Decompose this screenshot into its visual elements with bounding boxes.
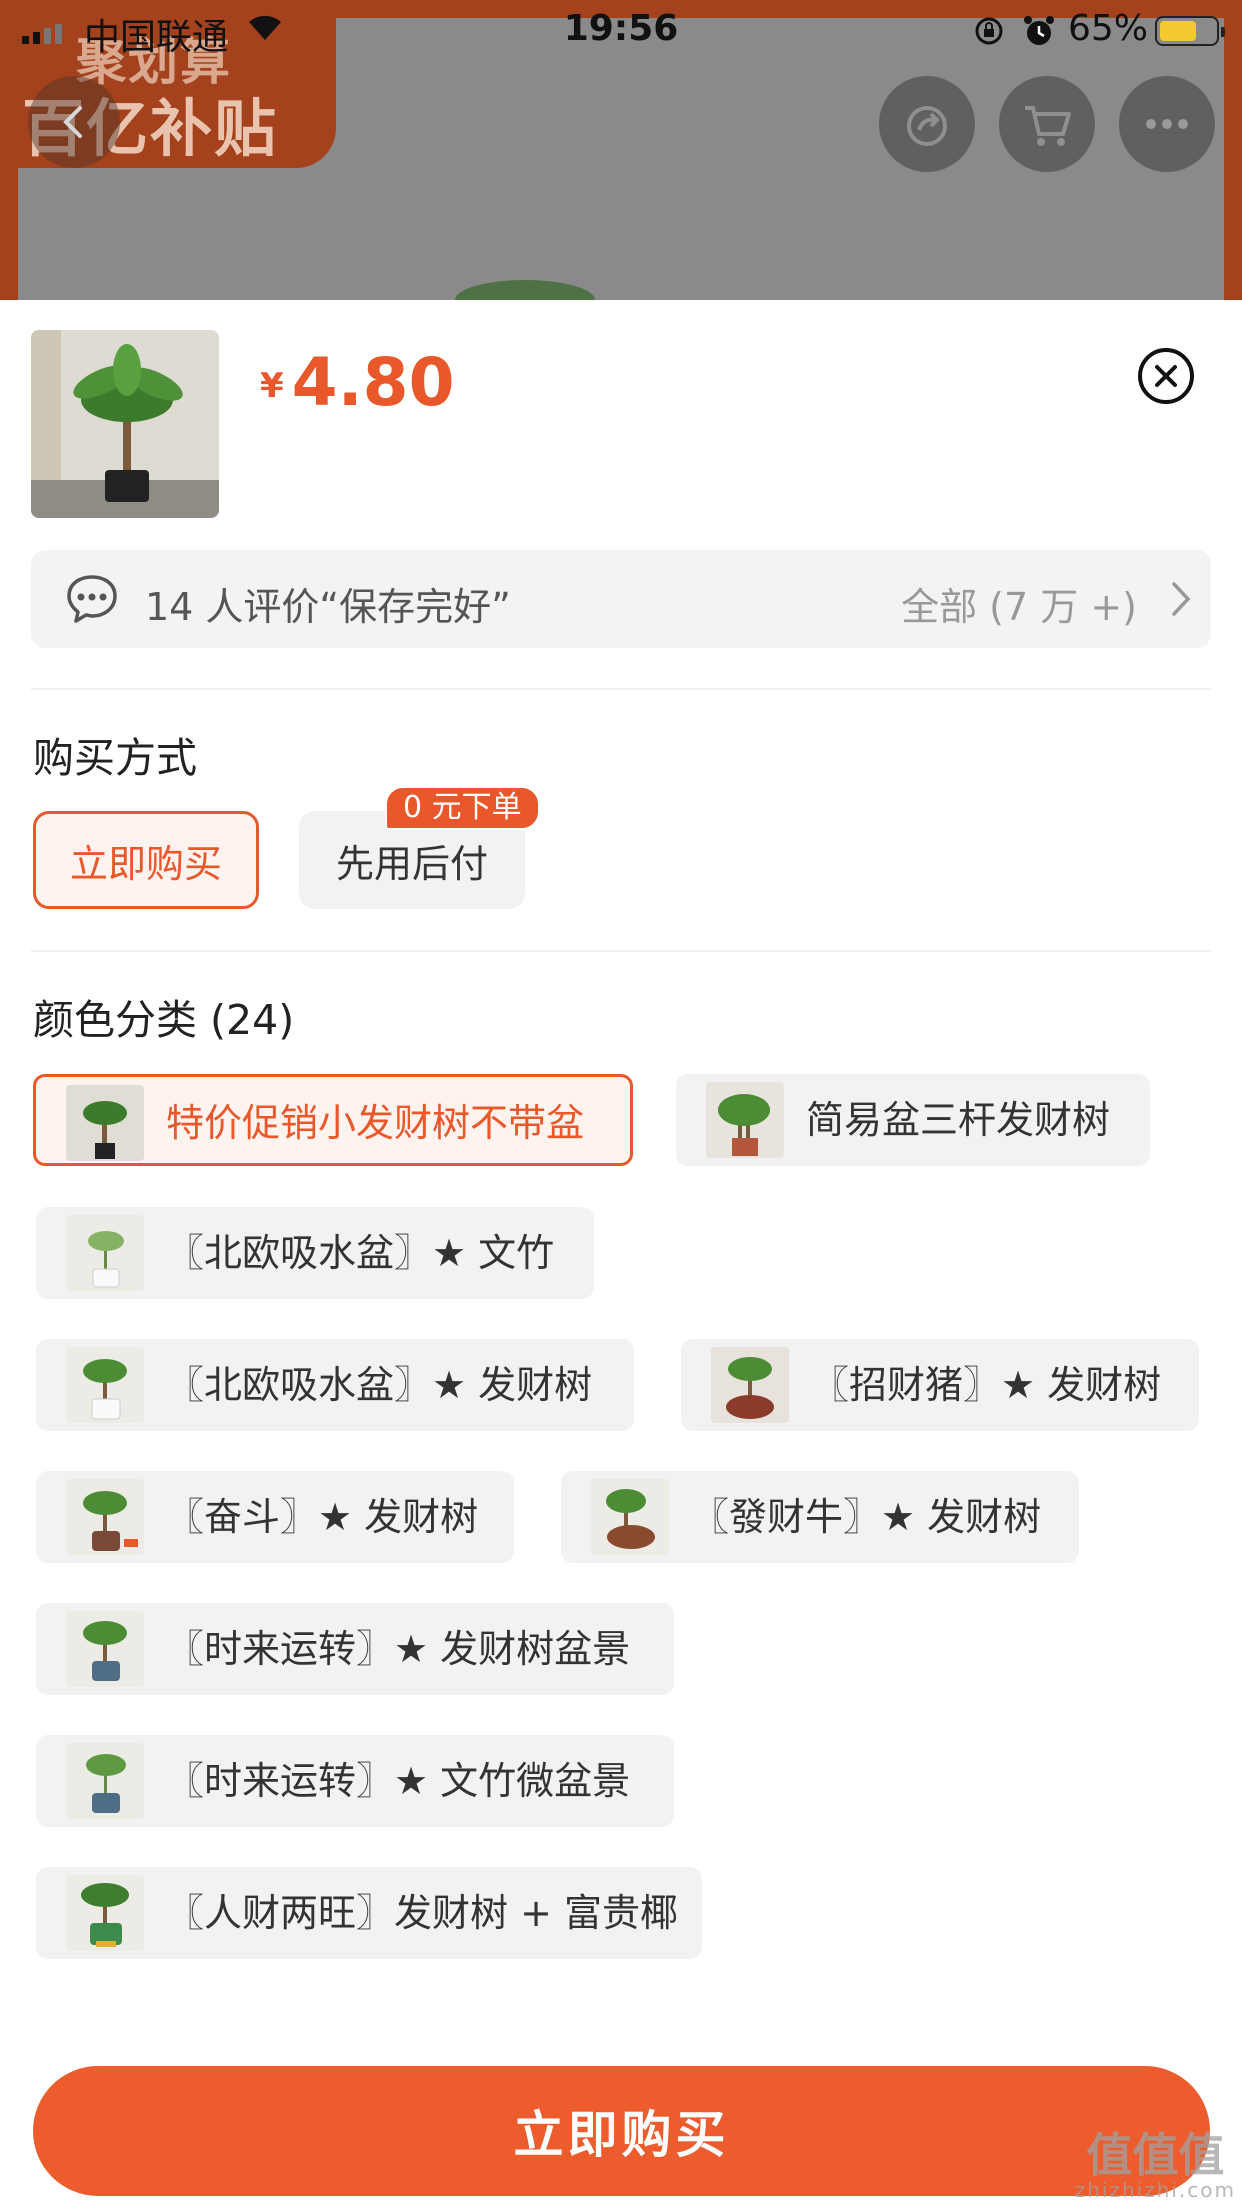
purchase-method-title: 购买方式: [33, 734, 197, 782]
option-label: 〖招财猪〗★ 发财树: [811, 1363, 1162, 1407]
option-thumbnail: [66, 1611, 144, 1687]
status-bar: 中国联通 19:56 65%: [0, 0, 1242, 62]
orientation-lock-icon: [973, 15, 1005, 51]
review-highlight: 14 人评价“保存完好”: [145, 585, 511, 629]
close-button[interactable]: [1138, 348, 1194, 404]
option-thumbnail: [711, 1347, 789, 1423]
watermark: 值值值 zhizhizhi.com: [1075, 2130, 1236, 2200]
option-thumbnail: [66, 1479, 144, 1555]
color-option[interactable]: 特价促销小发财树不带盆: [33, 1074, 633, 1166]
product-thumbnail[interactable]: [31, 330, 219, 518]
price-value: 4.80: [291, 344, 455, 421]
option-thumbnail: [66, 1215, 144, 1291]
currency-symbol: ¥: [260, 366, 284, 406]
option-thumbnail: [66, 1743, 144, 1819]
option-label: 〖北欧吸水盆〗★ 发财树: [166, 1363, 593, 1407]
price: ¥4.80: [260, 344, 455, 421]
option-thumbnail: [66, 1085, 144, 1161]
review-all-link[interactable]: 全部 (7 万 +): [901, 576, 1137, 631]
color-option[interactable]: 〖奋斗〗★ 发财树: [36, 1471, 514, 1563]
color-option[interactable]: 〖时来运转〗★ 文竹微盆景: [36, 1735, 674, 1827]
option-label: 〖奋斗〗★ 发财树: [166, 1495, 479, 1539]
option-label: 〖时来运转〗★ 文竹微盆景: [166, 1759, 631, 1803]
color-option[interactable]: 〖时来运转〗★ 发财树盆景: [36, 1603, 674, 1695]
option-label: 〖發财牛〗★ 发财树: [691, 1495, 1042, 1539]
watermark-text: 值值值: [1086, 2128, 1225, 2182]
color-option[interactable]: 〖發财牛〗★ 发财树: [561, 1471, 1079, 1563]
battery-percent: 65%: [1068, 8, 1149, 49]
color-option[interactable]: 〖北欧吸水盆〗★ 发财树: [36, 1339, 634, 1431]
cart-icon: [1025, 106, 1071, 146]
share-icon: [907, 106, 947, 146]
buy-now-button[interactable]: 立即购买: [33, 2066, 1210, 2196]
review-summary[interactable]: 14 人评价“保存完好” 全部 (7 万 +): [31, 550, 1211, 648]
close-icon: [1155, 365, 1177, 387]
option-label: 〖北欧吸水盆〗★ 文竹: [166, 1231, 555, 1275]
option-label: 特价促销小发财树不带盆: [166, 1101, 585, 1145]
option-thumbnail: [66, 1347, 144, 1423]
share-button[interactable]: [879, 76, 975, 172]
option-label: 简易盆三杆发财树: [806, 1098, 1111, 1142]
divider: [31, 950, 1211, 952]
watermark-url: zhizhizhi.com: [1074, 2178, 1236, 2202]
sku-selector-sheet: ¥4.80 14 人评价“保存完好” 全部 (7 万 +) 购买方式 立即购买 …: [0, 300, 1242, 2208]
option-thumbnail: [591, 1479, 669, 1555]
buy-now-option[interactable]: 立即购买: [33, 811, 259, 909]
chevron-right-icon: [1169, 580, 1193, 622]
more-icon: [1146, 119, 1188, 129]
option-label: 〖时来运转〗★ 发财树盆景: [166, 1627, 631, 1671]
color-option[interactable]: 〖招财猪〗★ 发财树: [681, 1339, 1199, 1431]
battery-icon: [1155, 16, 1225, 46]
color-option[interactable]: 简易盆三杆发财树: [676, 1074, 1150, 1166]
option-label: 〖人财两旺〗发财树 + 富贵椰: [166, 1891, 678, 1935]
divider: [31, 688, 1211, 690]
alarm-icon: [1022, 14, 1056, 52]
color-option[interactable]: 〖人财两旺〗发财树 + 富贵椰: [36, 1867, 702, 1959]
more-button[interactable]: [1119, 76, 1215, 172]
chevron-left-icon: [63, 106, 82, 138]
comment-icon: [65, 573, 119, 629]
pay-later-badge: 0 元下单: [385, 786, 540, 830]
option-thumbnail: [66, 1875, 144, 1951]
color-category-title: 颜色分类 (24): [33, 996, 295, 1044]
cart-button[interactable]: [999, 76, 1095, 172]
color-option[interactable]: 〖北欧吸水盆〗★ 文竹: [36, 1207, 594, 1299]
product-plant-image: [455, 280, 595, 300]
option-thumbnail: [706, 1082, 784, 1158]
back-button[interactable]: [28, 76, 120, 168]
